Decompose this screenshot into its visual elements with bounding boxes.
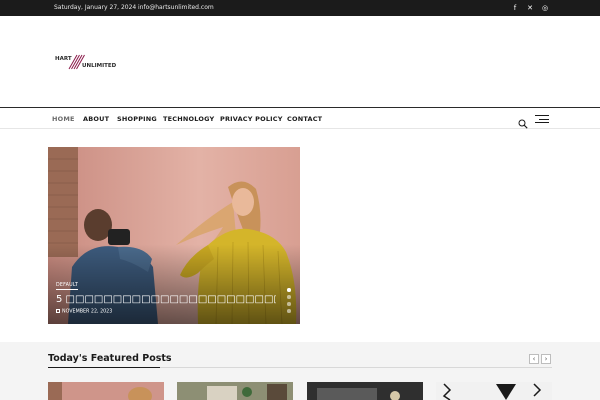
logo-text-top: HART	[55, 56, 72, 62]
featured-section-title: Today's Featured Posts	[48, 353, 172, 364]
x-icon[interactable]: ✕	[525, 3, 535, 13]
hero-post-title[interactable]: 5 □□□□□□□□□□□□□□□□□□□□□□□	[56, 294, 276, 305]
search-icon[interactable]	[518, 114, 528, 129]
hero-date-text: NOVEMBER 22, 2023	[62, 309, 113, 315]
carousel-prev-button[interactable]: ‹	[529, 354, 539, 364]
current-date: Saturday, January 27, 2024	[54, 4, 137, 11]
nav-item-home[interactable]: HOME	[52, 115, 75, 123]
nav-item-shopping[interactable]: SHOPPING	[117, 115, 157, 123]
main-nav: HOME ABOUT SHOPPING TECHNOLOGY PRIVACY P…	[0, 107, 600, 129]
nav-item-contact[interactable]: CONTACT	[287, 115, 322, 123]
featured-post-thumb-3[interactable]	[307, 382, 423, 400]
slider-dots	[287, 288, 291, 316]
featured-posts-section: Today's Featured Posts ‹ ›	[0, 342, 600, 400]
site-logo[interactable]: HART UNLIMITED	[55, 53, 121, 71]
facebook-icon[interactable]: f	[510, 3, 520, 13]
page: Saturday, January 27, 2024 info@hartsunl…	[0, 0, 600, 400]
featured-post-thumb-1[interactable]	[48, 382, 164, 400]
logo-text-bottom: UNLIMITED	[82, 63, 117, 69]
slider-dot-2[interactable]	[287, 295, 291, 299]
contact-email-link[interactable]: info@hartsunlimited.com	[138, 4, 214, 11]
slider-dot-3[interactable]	[287, 302, 291, 306]
hero-category-badge[interactable]: DEFAULT	[56, 283, 79, 290]
calendar-icon	[56, 309, 60, 313]
instagram-icon[interactable]: ◎	[540, 3, 550, 13]
site-header: HART UNLIMITED	[0, 16, 600, 107]
slider-dot-1[interactable]	[287, 288, 291, 292]
nav-item-technology[interactable]: TECHNOLOGY	[163, 115, 214, 123]
section-divider-accent	[48, 366, 160, 369]
slider-dot-4[interactable]	[287, 309, 291, 313]
carousel-next-button[interactable]: ›	[541, 354, 551, 364]
featured-post-thumb-4[interactable]	[436, 382, 552, 400]
top-bar: Saturday, January 27, 2024 info@hartsunl…	[0, 0, 600, 16]
hero-post-date: NOVEMBER 22, 2023	[56, 309, 112, 315]
featured-post-thumb-2[interactable]	[177, 382, 293, 400]
nav-item-about[interactable]: ABOUT	[83, 115, 109, 123]
nav-item-privacy-policy[interactable]: PRIVACY POLICY	[220, 115, 283, 123]
hamburger-menu-icon[interactable]	[535, 114, 549, 124]
